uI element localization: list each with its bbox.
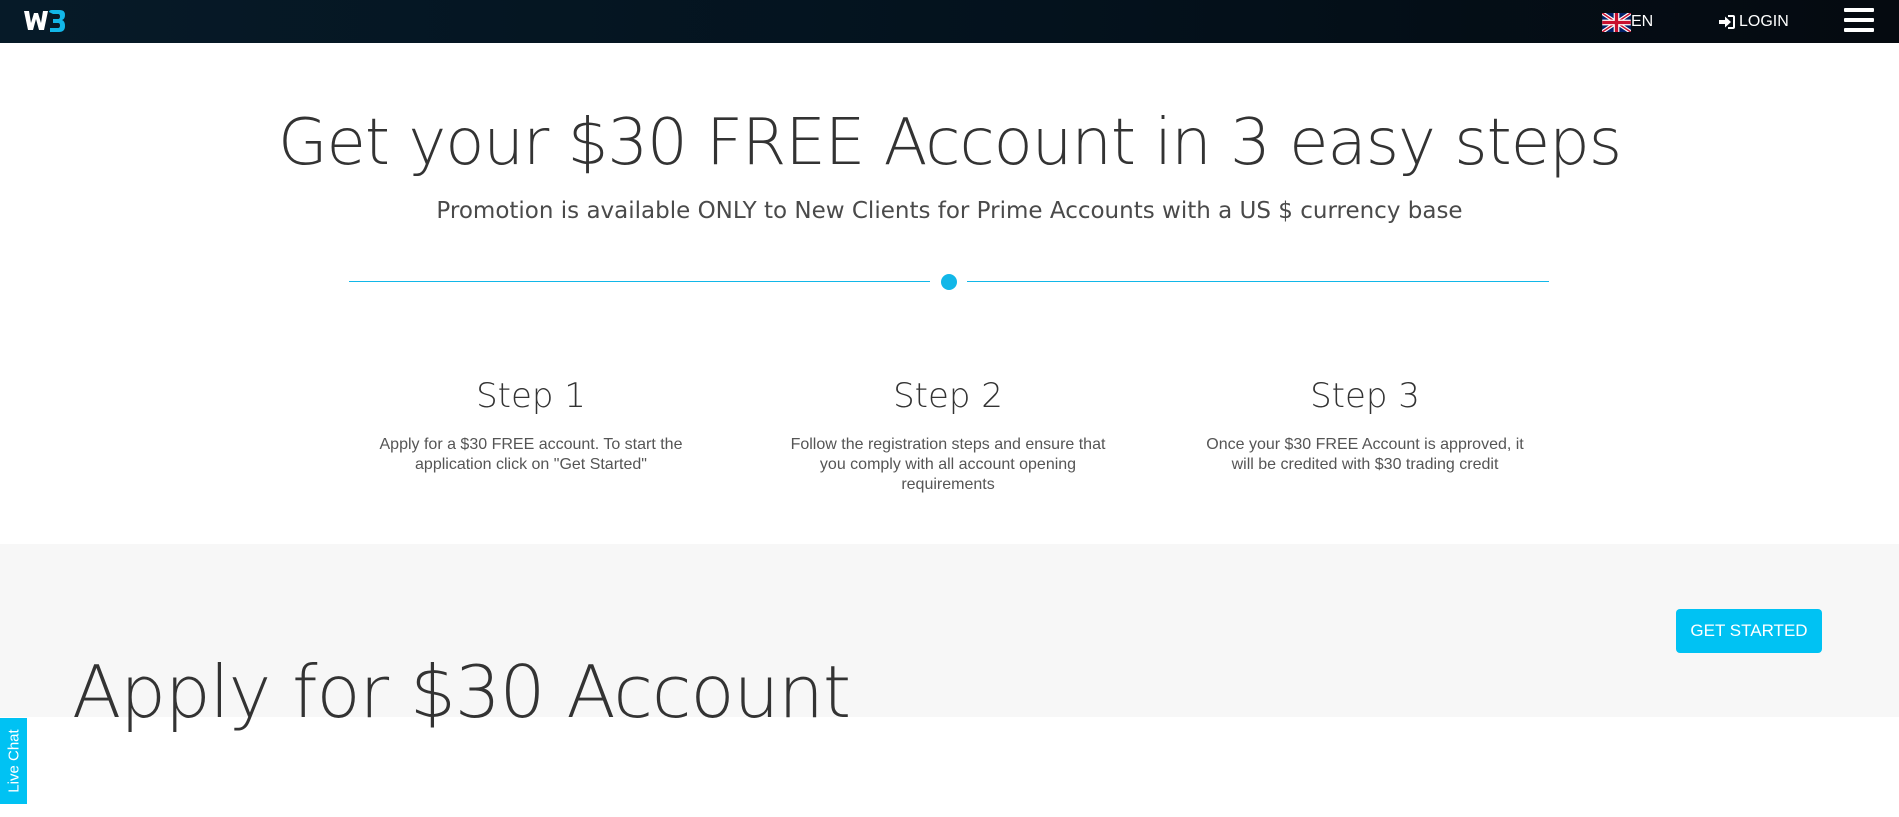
language-selector[interactable]: EN <box>1602 10 1653 34</box>
divider-line-left <box>349 281 930 282</box>
top-navbar: EN LOGIN <box>0 0 1899 43</box>
step-title: Step 1 <box>476 376 586 416</box>
live-chat-tab[interactable]: Live Chat <box>0 717 28 805</box>
step-2: Step 2 Follow the registration steps and… <box>768 373 1128 495</box>
login-link[interactable]: LOGIN <box>1718 10 1789 34</box>
login-label: LOGIN <box>1739 13 1789 30</box>
step-description: Apply for a $30 FREE account. To start t… <box>379 436 683 473</box>
w3-logo-icon[interactable] <box>22 8 66 35</box>
step-description: Once your $30 FREE Account is approved, … <box>1206 436 1524 473</box>
sign-in-icon <box>1719 15 1735 29</box>
step-description: Follow the registration steps and ensure… <box>790 436 1106 493</box>
hero-title: Get your $30 FREE Account in 3 easy step… <box>277 105 1622 180</box>
step-3: Step 3 Once your $30 FREE Account is app… <box>1185 373 1545 475</box>
get-started-button[interactable]: GET STARTED <box>1676 609 1822 653</box>
divider-dot <box>941 274 957 290</box>
menu-bar <box>1844 8 1874 12</box>
menu-bar <box>1844 18 1874 22</box>
live-chat-label: Live Chat <box>5 729 22 793</box>
menu-bar <box>1844 28 1874 32</box>
step-1: Step 1 Apply for a $30 FREE account. To … <box>351 373 711 475</box>
hamburger-menu-icon[interactable] <box>1844 8 1874 32</box>
language-label: EN <box>1631 13 1654 30</box>
step-title: Step 3 <box>1310 376 1420 416</box>
step-title: Step 2 <box>893 376 1003 416</box>
divider-line-right <box>967 281 1549 282</box>
uk-flag-icon <box>1602 12 1631 32</box>
apply-title: Apply for $30 Account <box>72 649 851 734</box>
hero-subtitle: Promotion is available ONLY to New Clien… <box>436 198 1463 224</box>
